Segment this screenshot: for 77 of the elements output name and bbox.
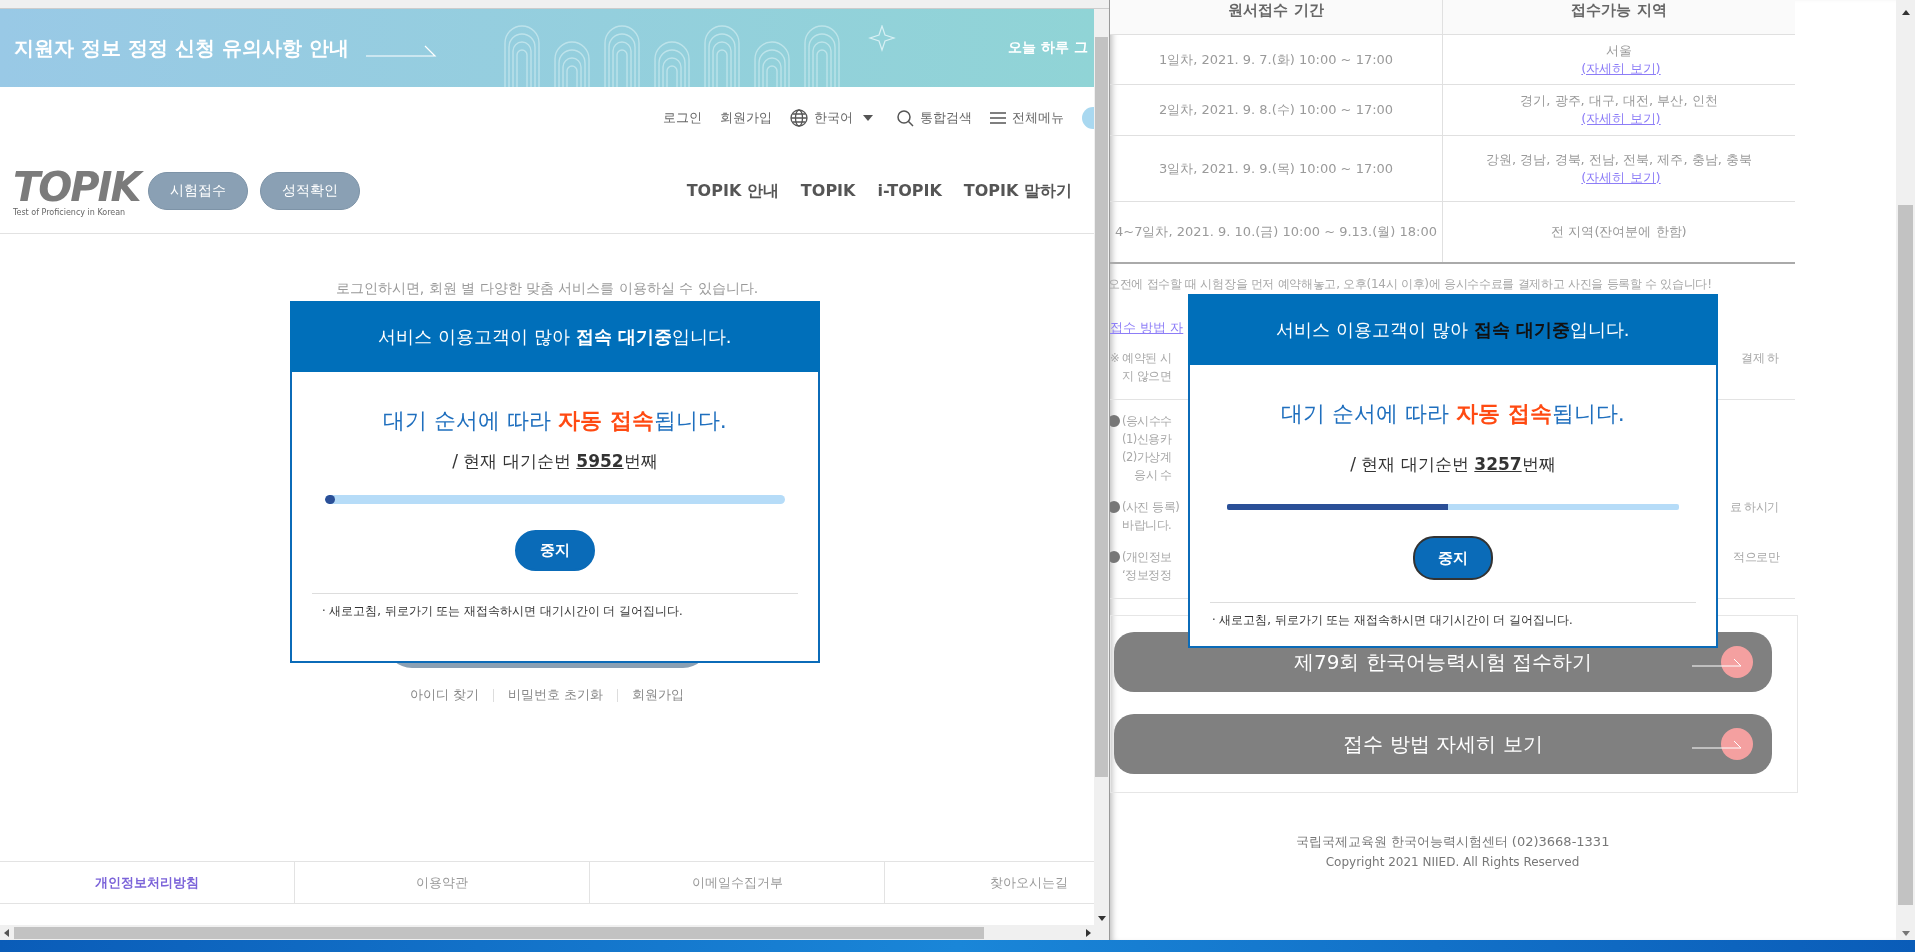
details-link[interactable]: (자세히 보기)	[1581, 168, 1661, 187]
table-cell: 3일차, 2021. 9. 9.(목) 10:00 ~ 17:00	[1110, 136, 1443, 201]
nav-item[interactable]: TOPIK 안내	[686, 180, 779, 202]
column-header: 접수가능 지역	[1570, 0, 1668, 21]
bullet-icon	[1110, 551, 1120, 563]
note-text: 적으로만	[1733, 549, 1779, 566]
bullet-icon	[1110, 501, 1120, 513]
quick-button[interactable]: 성적확인	[260, 172, 360, 210]
footer-link[interactable]: 이메일수집거부	[590, 862, 885, 903]
footer-link[interactable]: 찾아오시는길	[885, 862, 1094, 903]
action-button[interactable]: 접수 방법 자세히 보기	[1114, 714, 1772, 774]
table-cell: 전 지역(잔여분에 한함)	[1551, 223, 1687, 241]
globe-icon	[790, 109, 808, 127]
details-link[interactable]: (자세히 보기)	[1581, 59, 1661, 78]
guide-link[interactable]: 접수 방법 자	[1110, 319, 1184, 337]
search-icon	[897, 109, 914, 127]
account-link[interactable]: 아이디 찾기	[409, 686, 479, 704]
account-link[interactable]: 회원가입	[632, 686, 685, 704]
account-link[interactable]: 비밀번호 초기화	[508, 686, 604, 704]
scroll-right-icon[interactable]	[1086, 928, 1091, 937]
footer-link[interactable]: 이용약관	[295, 862, 590, 903]
modal-note: · 새로고침, 뒤로가기 또는 재접속하시면 대기시간이 더 길어집니다.	[322, 604, 683, 619]
stop-button[interactable]: 중지	[1413, 536, 1493, 580]
table-cell: 서울	[1606, 41, 1632, 60]
logo-subtitle: Test of Proficiency in Korean	[13, 207, 127, 217]
note-text: 바랍니다.	[1122, 517, 1172, 534]
details-link[interactable]: (자세히 보기)	[1581, 110, 1661, 128]
footer-address: 국립국제교육원 한국어능력시험센터 (02)3668-1331	[1295, 833, 1610, 851]
note-text: (개인정보	[1122, 549, 1172, 566]
table-cell: 강원, 경남, 경북, 전남, 전북, 제주, 충남, 충북	[1486, 150, 1752, 169]
arrow-circle-icon	[1692, 727, 1754, 761]
language-selector[interactable]: 한국어	[814, 109, 853, 127]
nav-item[interactable]: i-TOPIK	[877, 180, 942, 202]
note-text: (응시수수	[1122, 413, 1172, 430]
modal-title: 서비스 이용고객이 많아 접속 대기중입니다.	[378, 324, 732, 349]
caret-icon	[863, 115, 873, 121]
footer-link[interactable]: 개인정보처리방침	[0, 862, 295, 903]
scroll-up-icon[interactable]	[1901, 10, 1910, 15]
table-cell: 4~7일차, 2021. 9. 10.(금) 10:00 ~ 9.13.(월) 18:00	[1110, 202, 1443, 262]
note-text: (1)신용카	[1122, 431, 1172, 448]
scrollbar-thumb[interactable]	[1898, 205, 1913, 905]
menu-icon	[990, 112, 1006, 124]
nav-item[interactable]: TOPIK 말하기	[963, 180, 1072, 202]
nav-item[interactable]: TOPIK	[800, 180, 856, 202]
scroll-down-icon[interactable]	[1097, 916, 1106, 921]
note-text: 료 하시기	[1729, 499, 1779, 516]
queue-message: 대기 순서에 따라 자동 접속됩니다.	[1281, 400, 1625, 428]
note-text: ‘정보정정	[1122, 567, 1172, 584]
column-header: 원서접수 기간	[1110, 0, 1443, 34]
note-text: (사진 등록)	[1122, 499, 1180, 516]
scrollbar-thumb[interactable]	[1095, 37, 1108, 777]
arrow-circle-icon	[1692, 645, 1754, 679]
queue-position: / 현재 대기순번 5952번째	[452, 450, 658, 473]
menu-link[interactable]: 전체메뉴	[1012, 109, 1064, 127]
bullet-icon	[1110, 415, 1120, 427]
login-link[interactable]: 로그인	[663, 109, 702, 127]
scroll-left-icon[interactable]	[4, 928, 9, 937]
search-link[interactable]: 통합검색	[920, 109, 972, 127]
queue-message: 대기 순서에 따라 자동 접속됩니다.	[383, 407, 727, 435]
table-cell: 2일차, 2021. 9. 8.(수) 10:00 ~ 17:00	[1110, 85, 1443, 135]
note-text: 지 않으면	[1122, 368, 1172, 385]
logo-text[interactable]: TOPIK	[13, 165, 148, 208]
stop-button[interactable]: 중지	[515, 530, 595, 571]
modal-note: · 새로고침, 뒤로가기 또는 재접속하시면 대기시간이 더 길어집니다.	[1212, 613, 1573, 628]
modal-title: 서비스 이용고객이 많아 접속 대기중입니다.	[1276, 317, 1630, 342]
table-cell: 경기, 광주, 대구, 대전, 부산, 인천	[1520, 92, 1718, 110]
table-cell: 1일차, 2021. 9. 7.(화) 10:00 ~ 17:00	[1110, 35, 1443, 84]
intro-text: 로그인하시면, 회원 별 다양한 맞춤 서비스를 이용하실 수 있습니다.	[335, 280, 759, 298]
scrollbar-thumb[interactable]	[14, 926, 984, 939]
copyright-text: Copyright 2021 NIIED. All Rights Reserved	[1325, 855, 1580, 869]
note-text: (2)가상계	[1122, 449, 1172, 466]
quick-button[interactable]: 시험접수	[148, 172, 248, 210]
signup-link[interactable]: 회원가입	[720, 109, 772, 127]
note-text: 응시 수	[1134, 467, 1172, 484]
note-text: ※ 예약된 시	[1110, 350, 1172, 367]
queue-position: / 현재 대기순번 3257번째	[1350, 453, 1556, 476]
note-text: 결제 하	[1741, 350, 1779, 367]
